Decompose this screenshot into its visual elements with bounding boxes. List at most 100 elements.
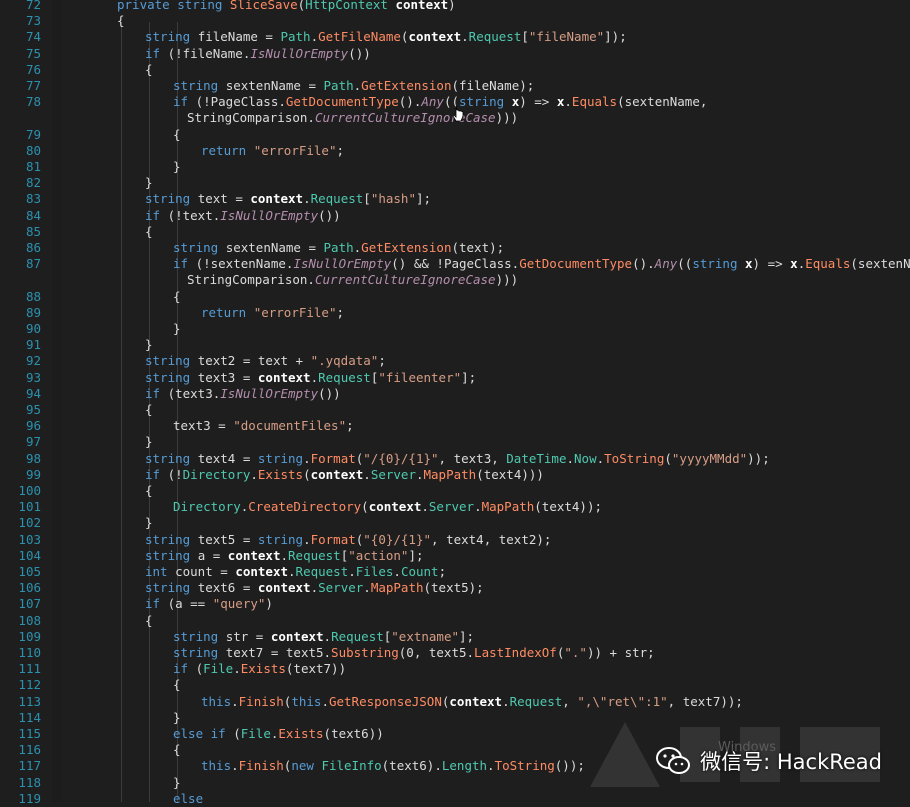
code-line[interactable]: string text3 = context.Request["fileente… <box>145 370 476 386</box>
code-token: "query" <box>212 596 266 612</box>
code-line[interactable]: string text6 = context.Server.MapPath(te… <box>145 580 484 596</box>
code-line[interactable]: string fileName = Path.GetFileName(conte… <box>145 29 627 45</box>
line-number: 113 <box>18 693 41 709</box>
code-line[interactable]: if (!PageClass.GetDocumentType().Any((st… <box>173 94 707 110</box>
code-token: DateTime <box>506 450 567 466</box>
code-token: context <box>408 29 462 45</box>
code-token: } <box>173 709 181 725</box>
mouse-cursor-icon <box>452 105 464 122</box>
code-line[interactable]: string sextenName = Path.GetExtension(te… <box>173 240 504 256</box>
code-line[interactable]: if (!fileName.IsNullOrEmpty()) <box>145 46 371 62</box>
code-token: ( <box>664 450 672 466</box>
code-token: )) + str; <box>586 645 655 660</box>
code-line[interactable]: { <box>145 62 153 78</box>
code-token: ]; <box>415 191 432 207</box>
code-line[interactable]: string a = context.Request["action"]; <box>145 548 424 564</box>
code-line[interactable]: { <box>173 742 181 758</box>
code-line[interactable]: StringComparison.CurrentCultureIgnoreCas… <box>187 110 518 126</box>
code-token: . <box>250 466 258 482</box>
code-token: ]; <box>461 369 477 385</box>
code-line[interactable]: } <box>173 321 181 337</box>
code-line[interactable]: return "errorFile"; <box>201 305 344 321</box>
code-token: . <box>231 758 239 774</box>
code-token: x <box>790 256 798 272</box>
code-line[interactable]: string sextenName = Path.GetExtension(fi… <box>173 78 534 94</box>
code-token: (text6)) <box>323 726 384 741</box>
code-token: } <box>145 515 153 531</box>
code-line[interactable]: { <box>173 127 181 143</box>
code-token: context <box>368 499 422 515</box>
code-line[interactable]: { <box>145 613 153 629</box>
code-token: File <box>240 726 271 741</box>
code-line[interactable]: int count = context.Request.Files.Count; <box>145 564 446 580</box>
code-token: text3 = <box>173 418 234 434</box>
code-token: string <box>459 94 512 110</box>
line-number: 89 <box>25 304 41 320</box>
code-token: GetFileName <box>318 29 401 45</box>
code-token: text = <box>197 191 251 207</box>
code-line[interactable]: string text5 = string.Format("{0}/{1}", … <box>145 532 551 548</box>
code-line[interactable]: { <box>117 13 125 29</box>
line-number: 111 <box>18 661 41 677</box>
code-line[interactable]: { <box>173 289 181 305</box>
code-line[interactable]: } <box>145 515 153 531</box>
code-line[interactable]: string text7 = text5.Substring(0, text5.… <box>173 645 655 661</box>
code-line[interactable]: if (File.Exists(text7)) <box>173 661 346 677</box>
line-number: 93 <box>25 369 41 385</box>
code-line[interactable]: { <box>145 402 153 418</box>
code-line[interactable]: } <box>145 175 153 191</box>
code-token: ) => <box>752 256 791 272</box>
code-token: this <box>201 758 232 774</box>
code-token: ) <box>265 596 273 612</box>
code-token: (text4)); <box>534 499 603 515</box>
line-number: 74 <box>25 29 41 45</box>
line-number: 75 <box>25 45 41 61</box>
code-line[interactable]: if (a == "query") <box>145 596 273 612</box>
code-token: } <box>173 321 181 336</box>
code-line[interactable]: this.Finish(new FileInfo(text6).Length.T… <box>201 758 585 774</box>
code-line[interactable]: Directory. CreateDirectory(context.Server… <box>173 499 602 515</box>
code-token: . <box>502 693 510 709</box>
code-line[interactable]: } <box>145 337 153 353</box>
code-line[interactable]: { <box>145 224 153 240</box>
code-token: Request <box>331 628 384 644</box>
code-line[interactable]: if (!sextenName.IsNullOrEmpty() && !Page… <box>173 256 910 272</box>
code-line[interactable]: { <box>173 677 181 693</box>
code-token: ]); <box>604 29 627 45</box>
code-token: , text4, text2); <box>431 531 552 547</box>
code-line[interactable]: private string SliceSave(HttpContext con… <box>117 0 456 13</box>
code-line[interactable]: string text4 = string.Format("/{0}/{1}",… <box>145 451 770 467</box>
code-line[interactable]: } <box>173 710 181 726</box>
code-line[interactable]: return "errorFile"; <box>201 143 344 159</box>
code-line[interactable]: string str = context.Request["extname"]; <box>173 629 474 645</box>
code-line[interactable]: } <box>173 159 181 175</box>
line-number: 76 <box>25 61 41 77</box>
code-line[interactable]: string text = context.Request["hash"]; <box>145 191 431 207</box>
code-token: CurrentCultureIgnoreCase <box>314 272 496 288</box>
code-line[interactable]: StringComparison.CurrentCultureIgnoreCas… <box>187 272 518 288</box>
code-token: (sextenName, <box>850 256 910 272</box>
line-number: 98 <box>25 450 41 466</box>
code-line[interactable]: this.Finish(this.GetResponseJSON(context… <box>201 694 743 710</box>
code-line[interactable]: else if (File.Exists(text6)) <box>173 726 384 742</box>
code-line[interactable]: if (text3.IsNullOrEmpty()) <box>145 386 341 402</box>
line-number: 91 <box>25 337 41 353</box>
code-token: { <box>173 288 181 304</box>
code-token: if <box>145 207 168 223</box>
code-token: { <box>145 483 153 498</box>
code-line[interactable]: string text2 = text + ".yqdata"; <box>145 353 386 369</box>
code-token: File <box>203 661 234 677</box>
code-line[interactable]: } <box>173 775 181 791</box>
code-line[interactable]: else <box>173 791 203 807</box>
code-line[interactable]: if (!text.IsNullOrEmpty()) <box>145 208 341 224</box>
code-line[interactable]: } <box>145 434 153 450</box>
code-token: (0, text5. <box>398 645 475 660</box>
code-line[interactable]: { <box>145 483 153 499</box>
code-token: ]; <box>459 628 475 644</box>
code-line[interactable]: if (!Directory.Exists(context.Server.Map… <box>145 467 544 483</box>
wechat-id-text: 微信号: HackRead <box>700 750 882 774</box>
code-token: if <box>145 385 168 401</box>
code-line[interactable]: text3 = "documentFiles"; <box>173 418 354 434</box>
code-token: "fileenter" <box>378 369 462 385</box>
code-token: "fileName" <box>528 29 605 45</box>
